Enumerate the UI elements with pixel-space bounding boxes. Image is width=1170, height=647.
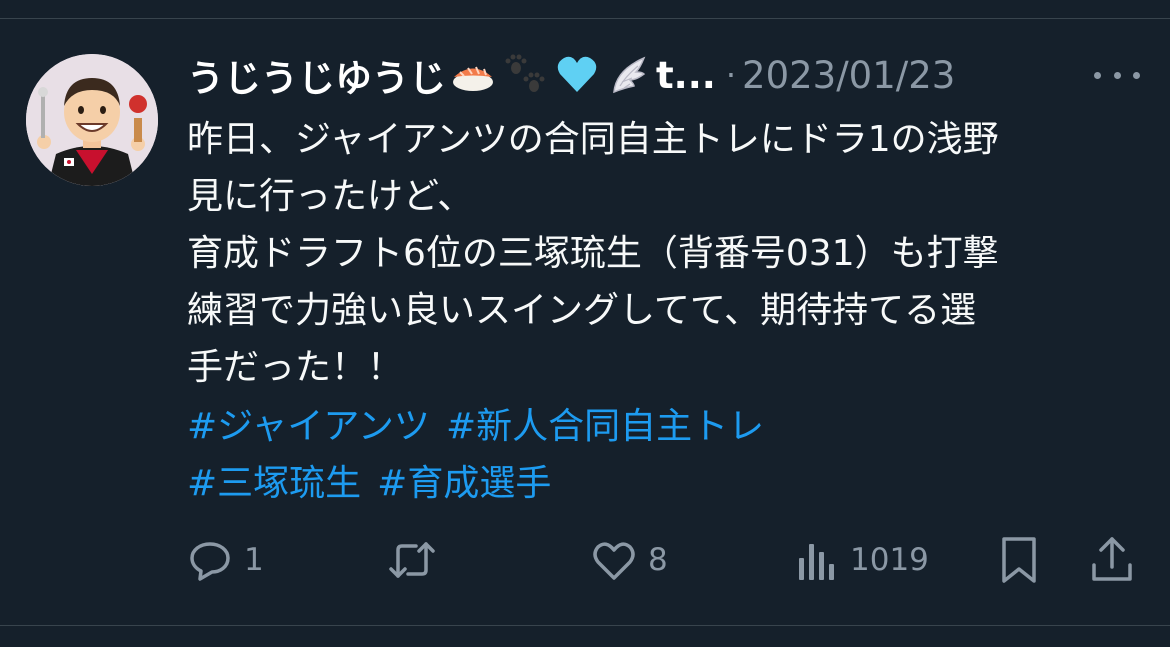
bookmark-icon: [1002, 537, 1036, 583]
tweet-header: うじうじゆうじ t... · 2023/01/23: [187, 48, 1137, 102]
handle-truncated[interactable]: t...: [656, 54, 716, 97]
views-icon: [799, 544, 834, 580]
divider: [0, 18, 1170, 19]
share-button[interactable]: [1088, 530, 1136, 590]
reply-count: 1: [244, 542, 264, 578]
action-bar: 1 8 1019: [0, 530, 1170, 590]
light-blue-heart-emoji: [557, 56, 597, 92]
bookmark-button[interactable]: [996, 530, 1042, 590]
hashtags: #ジャイアンツ #新人合同自主トレ #三塚琉生 #育成選手: [187, 398, 1147, 512]
reply-button[interactable]: 1: [186, 530, 264, 590]
like-button[interactable]: 8: [590, 530, 668, 590]
name-emojis: [450, 52, 652, 98]
views-button[interactable]: 1019: [796, 530, 929, 590]
tweet[interactable]: うじうじゆうじ t... · 2023/01/23 昨日、ジャイアンツの合同自主…: [0, 0, 1170, 647]
tweet-text-line: 見に行ったけど、: [187, 176, 474, 217]
tweet-text-line: 昨日、ジャイアンツの合同自主トレにドラ1の浅野: [187, 119, 999, 160]
more-icon[interactable]: [1094, 62, 1140, 88]
avatar[interactable]: [26, 54, 158, 186]
tweet-text-line: 練習で力強い良いスイングしてて、期待持てる選: [187, 290, 977, 331]
timestamp[interactable]: 2023/01/23: [742, 54, 955, 97]
tweet-text: 昨日、ジャイアンツの合同自主トレにドラ1の浅野 見に行ったけど、 育成ドラフト6…: [187, 111, 1147, 396]
tweet-text-line: 手だった！！: [187, 347, 404, 388]
tweet-text-line: 育成ドラフト6位の三塚琉生（背番号031）も打撃: [187, 233, 999, 274]
paw-prints-emoji: [505, 54, 545, 92]
hashtag-link[interactable]: #育成選手: [377, 463, 551, 504]
sushi-emoji: [453, 66, 493, 91]
wing-emoji: [613, 56, 646, 94]
divider: [0, 625, 1170, 626]
display-name[interactable]: うじうじゆうじ: [187, 48, 446, 102]
hashtag-link[interactable]: #三塚琉生: [187, 463, 361, 504]
retweet-icon: [389, 542, 435, 578]
like-count: 8: [648, 542, 668, 578]
retweet-button[interactable]: [386, 530, 448, 590]
separator-dot: ·: [725, 56, 737, 94]
reply-icon: [190, 542, 230, 581]
views-count: 1019: [850, 542, 929, 578]
hashtag-link[interactable]: #ジャイアンツ: [187, 406, 430, 447]
share-icon: [1092, 537, 1132, 581]
heart-icon: [593, 542, 635, 580]
hashtag-link[interactable]: #新人合同自主トレ: [446, 406, 764, 447]
